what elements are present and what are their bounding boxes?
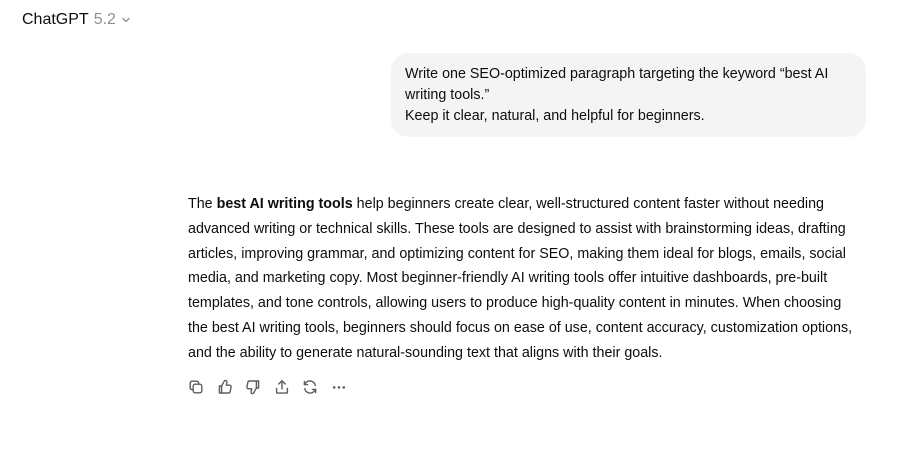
assistant-message-line: and the ability to generate natural-soun… [188,344,663,361]
assistant-text: help beginners create clear, well-struct… [352,196,824,212]
user-message-line: Write one SEO-optimized paragraph target… [405,66,829,82]
regenerate-button[interactable] [300,377,320,397]
user-message-line: Keep it clear, natural, and helpful for … [405,108,705,124]
thumbs-down-icon [246,380,260,395]
more-icon [332,386,345,389]
app-name: ChatGPT [22,11,89,28]
thumbs-down-button[interactable] [243,377,263,397]
model-version: 5.2 [93,11,116,28]
assistant-message: The best AI writing tools help beginners… [188,192,878,366]
assistant-message-line: advanced writing or technical skills. Th… [188,220,846,237]
regenerate-icon [303,380,317,394]
chevron-down-icon [121,15,131,25]
keyword-highlight: best AI writing tools [216,196,353,212]
share-button[interactable] [272,377,292,397]
copy-icon [189,380,203,394]
user-message-bubble: Write one SEO-optimized paragraph target… [391,53,866,137]
thumbs-up-icon [218,379,232,394]
assistant-message-line: the best AI writing tools, beginners sho… [188,319,853,336]
thumbs-up-button[interactable] [215,377,235,397]
assistant-text: The [188,196,217,212]
model-selector[interactable]: ChatGPT 5.2 [22,9,131,31]
user-message-line: writing tools.” [405,87,490,103]
assistant-message-line: The best AI writing tools help beginners… [188,192,878,217]
copy-button[interactable] [186,377,206,397]
assistant-message-line: media, and marketing copy. Most beginner… [188,270,828,287]
chat-page: ChatGPT 5.2 Write one SEO-optimized para… [0,0,900,471]
share-icon [275,380,288,394]
assistant-message-line: articles, improving grammar, and optimiz… [188,245,846,262]
more-options-button[interactable] [329,377,349,397]
message-actions [186,376,357,398]
assistant-message-line: templates, and tone controls, allowing u… [188,295,842,312]
